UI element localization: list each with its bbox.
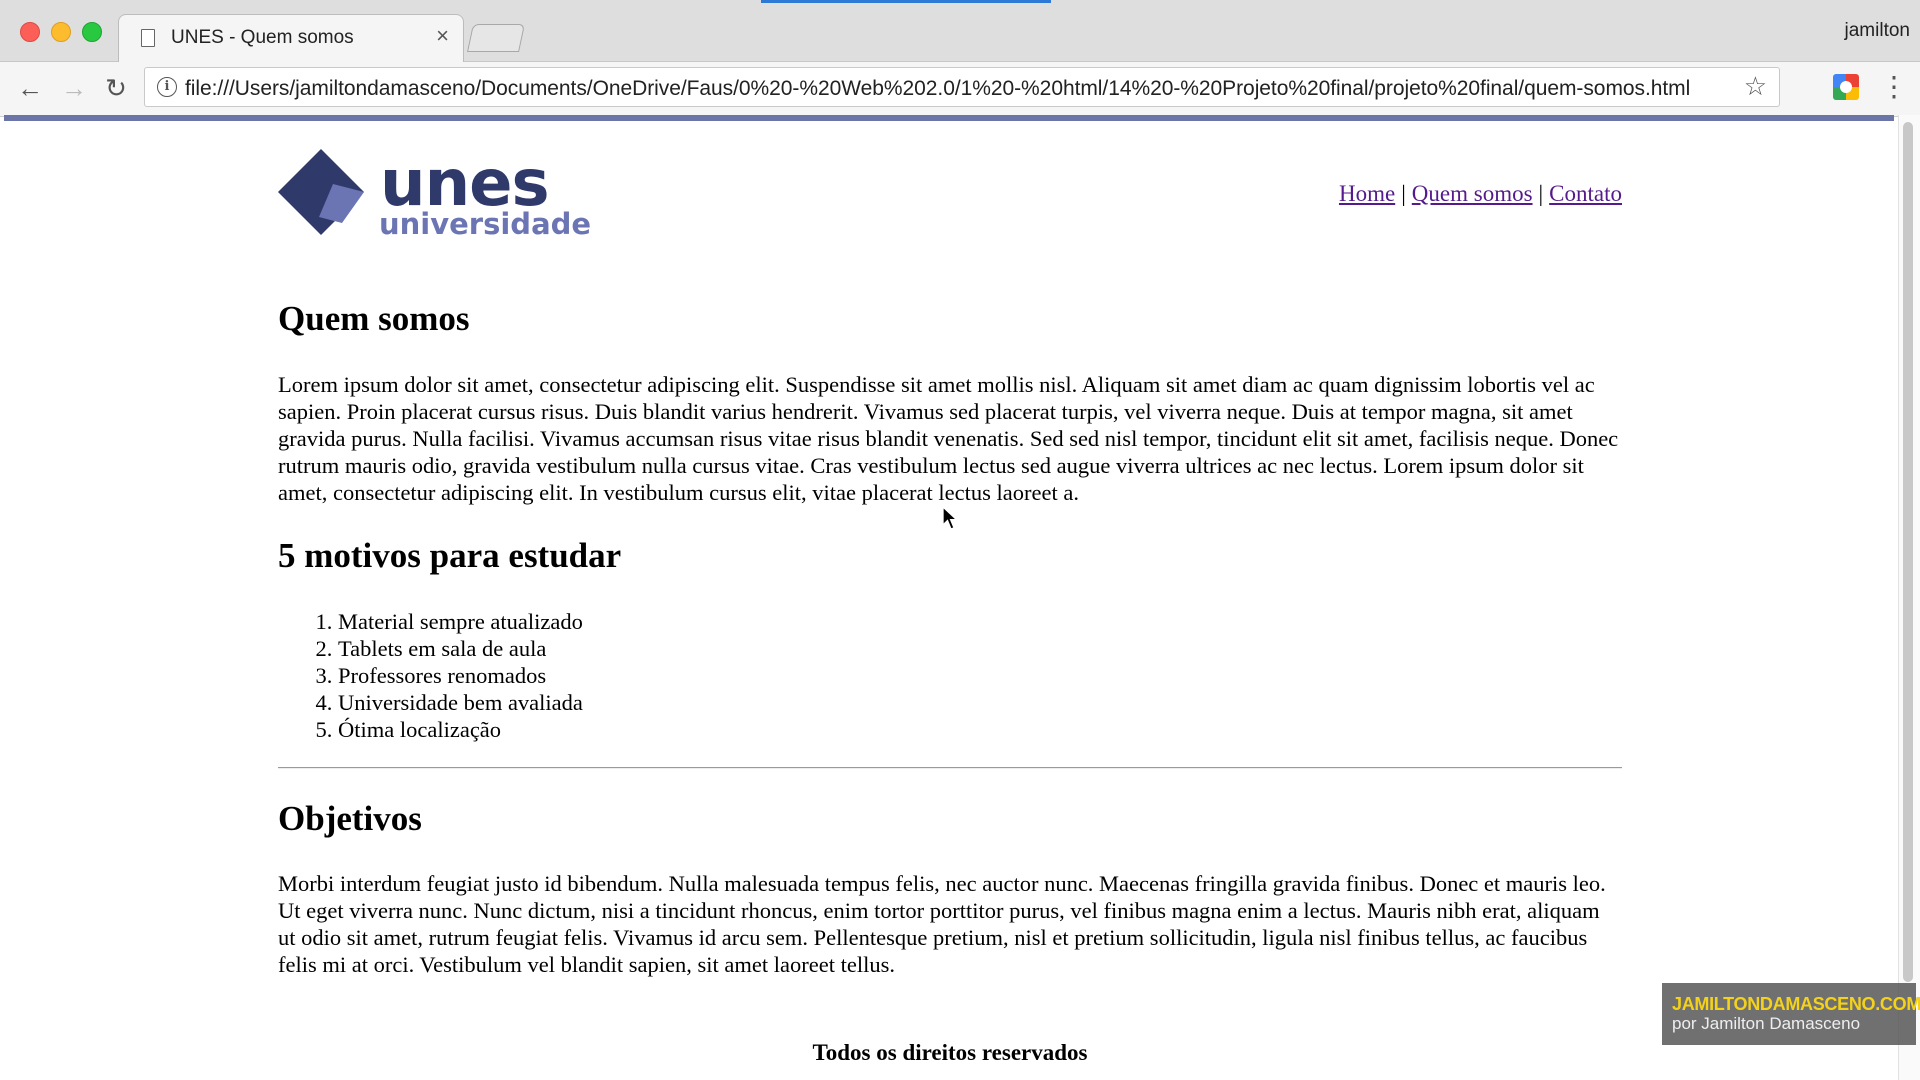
section-divider [278,767,1622,769]
list-item: Material sempre atualizado [338,608,583,635]
tab-strip: UNES - Quem somos × jamilton [0,0,1920,62]
list-item: Ótima localização [338,716,583,743]
top-accent [761,0,1051,3]
about-paragraph: Lorem ipsum dolor sit amet, consectetur … [278,372,1619,505]
tab-active[interactable]: UNES - Quem somos × [118,14,464,62]
list-item: Professores renomados [338,662,583,689]
scrollbar-thumb[interactable] [1903,122,1913,982]
minimize-window-button[interactable] [51,22,71,42]
reasons-list: Material sempre atualizado Tablets em sa… [278,608,583,743]
list-item: Tablets em sala de aula [338,635,583,662]
address-bar[interactable]: i file:///Users/jamiltondamasceno/Docume… [144,67,1780,107]
page-viewport: unes universidade Home | Quem somos | Contat… [4,115,1894,1080]
window-controls [20,22,102,42]
objectives-heading: Objetivos [278,799,422,838]
bookmark-star-icon[interactable]: ☆ [1744,71,1767,102]
back-arrow-icon[interactable]: ← [12,70,48,106]
toolbar: ← → ↻ i file:///Users/jamiltondamasceno/… [0,62,1920,117]
unes-logo[interactable]: unes universidade [278,147,608,237]
watermark: JAMILTONDAMASCENO.COM por Jamilton Damas… [1662,983,1920,1045]
nav-separator: | [1538,181,1544,206]
url-text[interactable]: file:///Users/jamiltondamasceno/Document… [185,77,1690,101]
new-tab-button[interactable] [467,24,525,52]
reload-icon[interactable]: ↻ [98,70,134,106]
mouse-cursor-icon [942,506,958,530]
main-nav: Home | Quem somos | Contato [1339,181,1622,207]
nav-link-home[interactable]: Home [1339,181,1395,206]
close-window-button[interactable] [20,22,40,42]
footer-text: Todos os direitos reservados [812,1040,1088,1065]
zoom-window-button[interactable] [82,22,102,42]
extension-icon[interactable] [1833,74,1859,100]
nav-link-contato[interactable]: Contato [1549,181,1622,206]
tab-title: UNES - Quem somos [171,27,354,48]
forward-arrow-icon[interactable]: → [56,70,92,106]
tab-close-icon[interactable]: × [436,25,449,47]
watermark-line2: por Jamilton Damasceno [1672,1014,1861,1033]
page-icon [141,29,155,47]
reasons-heading: 5 motivos para estudar [278,536,622,575]
about-heading: Quem somos [278,299,470,338]
nav-link-quem-somos[interactable]: Quem somos [1412,181,1533,206]
info-icon[interactable]: i [157,77,177,97]
logo-sub-text: universidade [379,207,591,237]
watermark-line1: JAMILTONDAMASCENO.COM [1672,994,1920,1014]
objectives-paragraph: Morbi interdum feugiat justo id bibendum… [278,871,1606,977]
browser-window: UNES - Quem somos × jamilton ← → ↻ i fil… [0,0,1920,1080]
page-top-bar [4,115,1894,121]
menu-dots-icon[interactable]: ⋮ [1880,70,1908,104]
list-item: Universidade bem avaliada [338,689,583,716]
nav-separator: | [1401,181,1406,206]
profile-name[interactable]: jamilton [1845,20,1910,42]
